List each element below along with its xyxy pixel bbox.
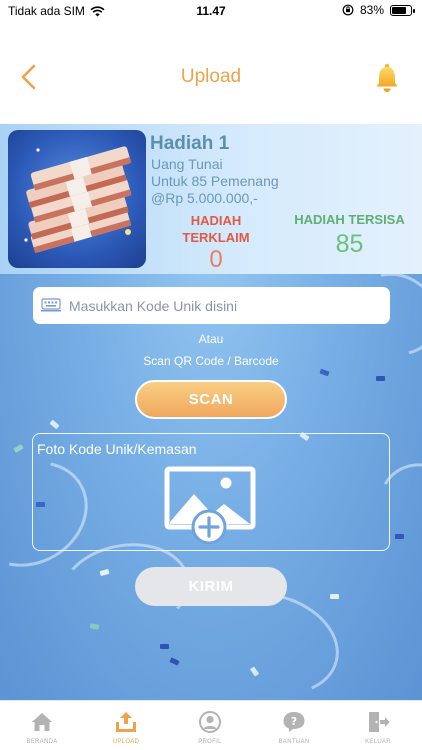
confetti <box>319 368 330 377</box>
tab-bantuan[interactable]: ? BANTUAN <box>252 701 336 750</box>
tab-upload[interactable]: UPLOAD <box>84 701 168 750</box>
prize-image <box>8 130 146 268</box>
remaining-label: HADIAH TERSISA <box>294 212 405 227</box>
notification-button[interactable] <box>374 62 400 94</box>
tab-label: BERANDA <box>26 739 58 745</box>
prize-type: Uang Tunai <box>151 156 223 172</box>
or-text: Atau <box>198 332 224 346</box>
orientation-lock-icon <box>342 4 354 16</box>
confetti <box>169 657 180 666</box>
remaining-count: 85 <box>335 230 364 258</box>
page-title: Upload <box>180 66 242 87</box>
send-button[interactable]: KIRIM <box>135 567 287 606</box>
home-icon <box>32 713 52 731</box>
confetti <box>395 534 404 539</box>
scan-button[interactable]: SCAN <box>135 380 287 419</box>
tab-label: PROFIL <box>198 739 222 745</box>
scan-hint-text: Scan QR Code / Barcode <box>143 354 279 368</box>
tab-beranda[interactable]: BERANDA <box>0 701 84 750</box>
confetti <box>13 444 24 453</box>
keyboard-icon <box>41 298 61 312</box>
profile-icon <box>199 711 221 733</box>
status-right: 83% <box>342 3 415 17</box>
confetti <box>376 376 385 381</box>
prize-card: Hadiah 1 Uang Tunai Untuk 85 Pemenang @R… <box>0 124 422 274</box>
upload-icon <box>116 712 136 732</box>
claimed-label: HADIAH TERKLAIM <box>182 213 250 245</box>
battery-percent: 83% <box>359 3 384 17</box>
status-bar: Tidak ada SIM 11.47 83% <box>0 0 422 24</box>
logout-icon <box>369 712 390 732</box>
tab-label: KELUAR <box>365 739 391 745</box>
code-input[interactable] <box>69 287 379 324</box>
bell-icon <box>376 63 398 92</box>
add-photo-icon[interactable] <box>164 466 258 546</box>
help-icon: ? <box>283 712 305 732</box>
photo-upload-label: Foto Kode Unik/Kemasan <box>37 441 197 457</box>
tab-profil[interactable]: PROFIL <box>168 701 252 750</box>
prize-amount: @Rp 5.000.000,- <box>151 190 258 206</box>
confetti <box>49 419 60 430</box>
confetti <box>330 594 339 599</box>
confetti <box>160 644 169 649</box>
money-stack-icon <box>24 146 132 254</box>
prize-title: Hadiah 1 <box>150 133 230 154</box>
tab-label: BANTUAN <box>278 739 310 745</box>
tab-keluar[interactable]: KELUAR <box>336 701 420 750</box>
app-header: Upload <box>0 24 422 124</box>
battery-fill <box>392 6 407 14</box>
bottom-tab-bar: BERANDA UPLOAD PROFIL ? BANTUAN KELUAR <box>0 700 422 750</box>
tab-label: UPLOAD <box>112 739 140 745</box>
code-input-container <box>33 287 390 324</box>
svg-text:?: ? <box>291 715 297 728</box>
prize-winners: Untuk 85 Pemenang <box>151 173 279 189</box>
battery-icon <box>390 4 415 16</box>
claimed-count: 0 <box>209 246 223 273</box>
